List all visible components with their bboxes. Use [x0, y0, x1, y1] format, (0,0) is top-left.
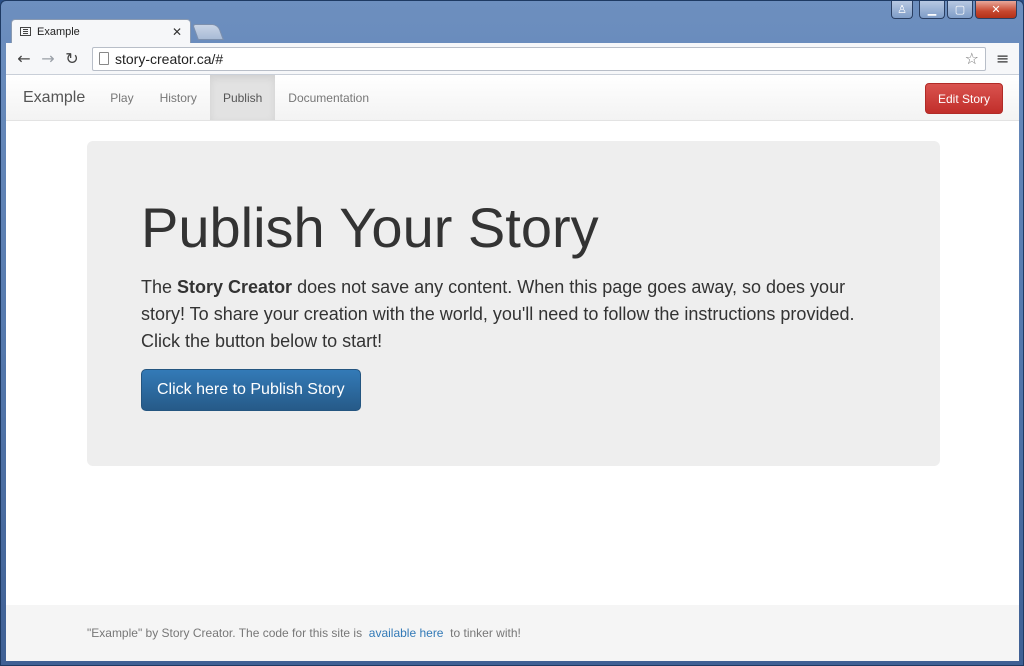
browser-toolbar: ← → ↻ story-creator.ca/# ☆ ≡ — [6, 43, 1019, 75]
browser-tab[interactable]: Example ✕ — [11, 19, 191, 43]
bookmark-star-icon[interactable]: ☆ — [965, 49, 979, 68]
nav-item-documentation[interactable]: Documentation — [275, 75, 382, 120]
footer-text-end: to tinker with! — [446, 626, 521, 640]
publish-description: The Story Creator does not save any cont… — [141, 274, 881, 355]
minimize-button[interactable]: ▁ — [919, 1, 945, 19]
close-window-button[interactable]: ✕ — [975, 1, 1017, 19]
site-navbar: Example Play History Publish Documentati… — [6, 75, 1019, 121]
browser-menu-icon[interactable]: ≡ — [996, 49, 1009, 68]
description-bold-text: Story Creator — [177, 277, 293, 297]
nav-item-publish[interactable]: Publish — [209, 75, 276, 120]
page-icon — [99, 52, 109, 65]
site-footer: "Example" by Story Creator. The code for… — [6, 605, 1019, 661]
nav-item-play[interactable]: Play — [97, 75, 146, 120]
browser-window: ♙ ▁ ▢ ✕ Example ✕ ← → ↻ story-creator.ca… — [0, 0, 1024, 666]
reload-icon[interactable]: ↻ — [60, 49, 84, 68]
profile-button[interactable]: ♙ — [891, 1, 913, 19]
new-tab-button[interactable] — [192, 24, 224, 40]
footer-text: "Example" by Story Creator. The code for… — [87, 626, 521, 640]
publish-jumbotron: Publish Your Story The Story Creator doe… — [87, 141, 940, 466]
footer-source-link[interactable]: available here — [369, 626, 444, 640]
window-controls: ♙ ▁ ▢ ✕ — [891, 1, 1017, 19]
back-icon[interactable]: ← — [12, 49, 36, 68]
maximize-button[interactable]: ▢ — [947, 1, 973, 19]
page-favicon-icon — [20, 27, 31, 36]
forward-icon[interactable]: → — [36, 49, 60, 68]
footer-text-start: "Example" by Story Creator. The code for… — [87, 626, 366, 640]
tab-close-icon[interactable]: ✕ — [172, 25, 182, 39]
edit-story-button[interactable]: Edit Story — [924, 83, 1003, 114]
publish-story-button[interactable]: Click here to Publish Story — [141, 369, 361, 411]
url-text[interactable]: story-creator.ca/# — [115, 51, 965, 67]
navbar-brand[interactable]: Example — [6, 75, 97, 120]
page-viewport: Example Play History Publish Documentati… — [6, 75, 1019, 661]
address-bar[interactable]: story-creator.ca/# ☆ — [92, 46, 986, 71]
page-title: Publish Your Story — [141, 196, 599, 259]
tab-title: Example — [37, 25, 80, 38]
description-text-start: The — [141, 277, 178, 297]
nav-item-history[interactable]: History — [147, 75, 210, 120]
